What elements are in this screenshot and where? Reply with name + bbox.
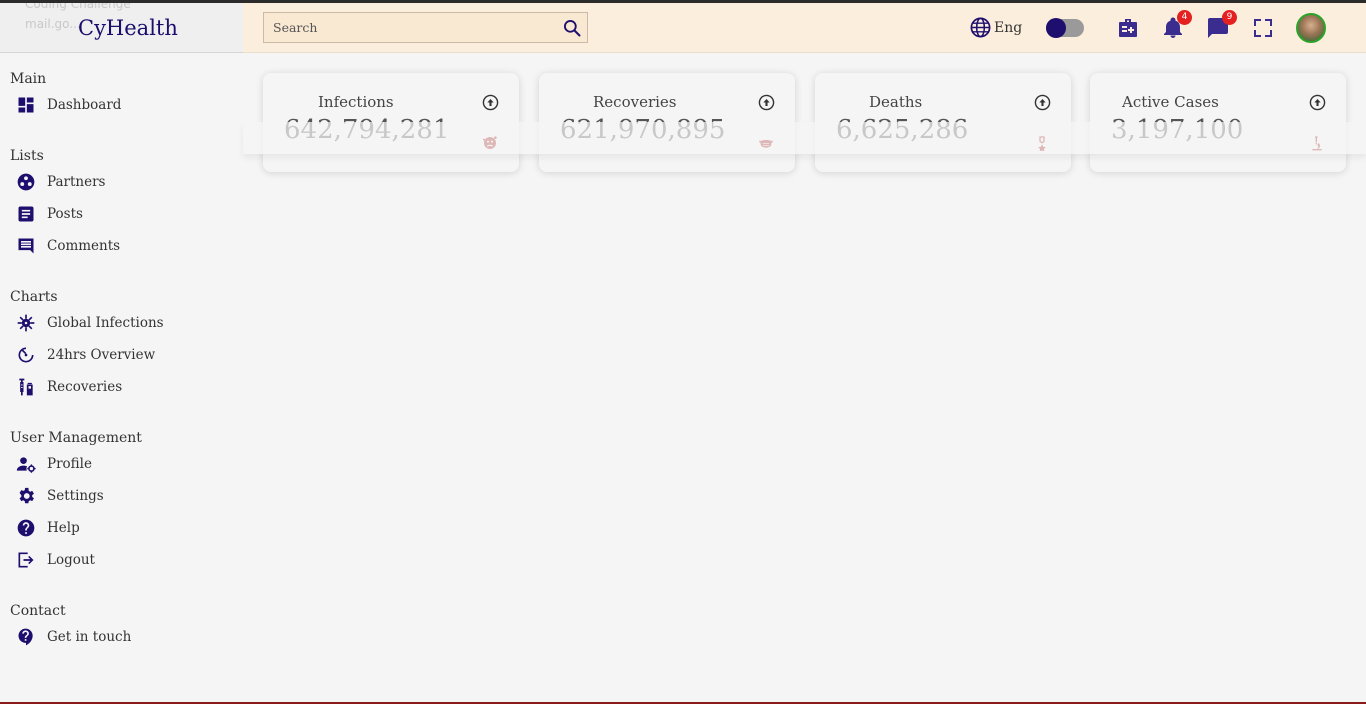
medical-kit-icon[interactable]	[1115, 15, 1141, 41]
sidebar-item-global-infections[interactable]: Global Infections	[0, 307, 243, 339]
contact-icon	[16, 627, 36, 647]
fullscreen-icon[interactable]	[1250, 15, 1276, 41]
card-title: Recoveries	[593, 93, 677, 111]
card-value: 3,197,100	[1111, 115, 1244, 145]
sidebar-item-partners[interactable]: Partners	[0, 166, 243, 198]
top-header: Eng 4 9	[243, 3, 1366, 53]
medal-icon	[1034, 135, 1050, 152]
vaccine-icon	[16, 377, 36, 397]
partners-icon	[16, 172, 36, 192]
sidebar: Coding Challenge mail.go... CyHealth Mai…	[0, 0, 243, 704]
sidebar-item-label: Posts	[47, 206, 83, 222]
section-title-contact: Contact	[10, 603, 66, 619]
language-label: Eng	[994, 19, 1023, 36]
section-title-charts: Charts	[10, 289, 58, 305]
toggle-knob	[1046, 18, 1066, 38]
sidebar-nav: Main Dashboard Lists Partners Posts Comm…	[0, 62, 243, 653]
sidebar-item-comments[interactable]: Comments	[0, 230, 243, 262]
sidebar-item-label: Get in touch	[47, 629, 132, 645]
sidebar-item-label: Profile	[47, 456, 92, 472]
sidebar-item-logout[interactable]: Logout	[0, 544, 243, 576]
card-infections[interactable]: Infections 642,794,281	[263, 73, 519, 172]
user-avatar[interactable]	[1296, 13, 1326, 43]
mask-icon	[758, 135, 774, 151]
comments-icon	[16, 236, 36, 256]
sidebar-item-posts[interactable]: Posts	[0, 198, 243, 230]
sidebar-item-label: 24hrs Overview	[47, 347, 156, 363]
sidebar-item-label: Recoveries	[47, 379, 123, 395]
app-logo-text[interactable]: CyHealth	[78, 16, 178, 40]
sidebar-item-label: Partners	[47, 174, 106, 190]
notifications-badge: 4	[1177, 10, 1192, 25]
logo-ghost-text: mail.go...	[25, 17, 81, 31]
messages-button[interactable]: 9	[1205, 10, 1237, 41]
sad-virus-icon	[482, 135, 498, 151]
sidebar-item-help[interactable]: Help	[0, 512, 243, 544]
card-value: 6,625,286	[836, 115, 969, 145]
globe-icon	[970, 17, 991, 38]
search-input[interactable]	[264, 13, 557, 42]
arrow-up-circle-icon[interactable]	[1034, 94, 1051, 111]
virus-icon	[16, 313, 36, 333]
card-recoveries[interactable]: Recoveries 621,970,895	[539, 73, 795, 172]
sidebar-item-label: Settings	[47, 488, 104, 504]
notifications-button[interactable]: 4	[1160, 10, 1192, 41]
card-active-cases[interactable]: Active Cases 3,197,100	[1090, 73, 1346, 172]
settings-icon	[16, 486, 36, 506]
section-title-lists: Lists	[10, 148, 44, 164]
card-value: 642,794,281	[284, 115, 450, 145]
timer-icon	[16, 345, 36, 365]
help-icon	[16, 518, 36, 538]
arrow-up-circle-icon[interactable]	[1309, 94, 1326, 111]
profile-icon	[16, 454, 36, 474]
card-title: Active Cases	[1122, 93, 1219, 111]
dashboard-icon	[16, 95, 36, 115]
logo-area[interactable]: Coding Challenge mail.go... CyHealth	[0, 0, 243, 53]
card-value: 621,970,895	[560, 115, 726, 145]
language-selector[interactable]: Eng	[969, 16, 1022, 39]
section-title-main: Main	[10, 71, 47, 87]
sidebar-item-label: Comments	[47, 238, 121, 254]
card-title: Infections	[318, 93, 394, 111]
arrow-up-circle-icon[interactable]	[758, 94, 775, 111]
sidebar-item-recoveries[interactable]: Recoveries	[0, 371, 243, 403]
sidebar-item-settings[interactable]: Settings	[0, 480, 243, 512]
sidebar-item-24hrs-overview[interactable]: 24hrs Overview	[0, 339, 243, 371]
arrow-up-circle-icon[interactable]	[482, 94, 499, 111]
sidebar-item-get-in-touch[interactable]: Get in touch	[0, 621, 243, 653]
posts-icon	[16, 204, 36, 224]
search-icon[interactable]	[557, 13, 587, 43]
top-border	[0, 0, 1366, 3]
section-title-user-management: User Management	[10, 430, 142, 446]
sidebar-item-label: Global Infections	[47, 315, 164, 331]
microscope-icon	[1309, 135, 1325, 151]
search-bar	[263, 12, 588, 43]
sidebar-item-profile[interactable]: Profile	[0, 448, 243, 480]
messages-badge: 9	[1222, 10, 1237, 25]
sidebar-item-label: Dashboard	[47, 97, 122, 113]
sidebar-item-label: Help	[47, 520, 80, 536]
card-title: Deaths	[869, 93, 923, 111]
sidebar-item-label: Logout	[47, 552, 95, 568]
theme-toggle[interactable]	[1046, 18, 1084, 38]
sidebar-item-dashboard[interactable]: Dashboard	[0, 89, 243, 121]
logout-icon	[16, 550, 36, 570]
card-deaths[interactable]: Deaths 6,625,286	[815, 73, 1071, 172]
